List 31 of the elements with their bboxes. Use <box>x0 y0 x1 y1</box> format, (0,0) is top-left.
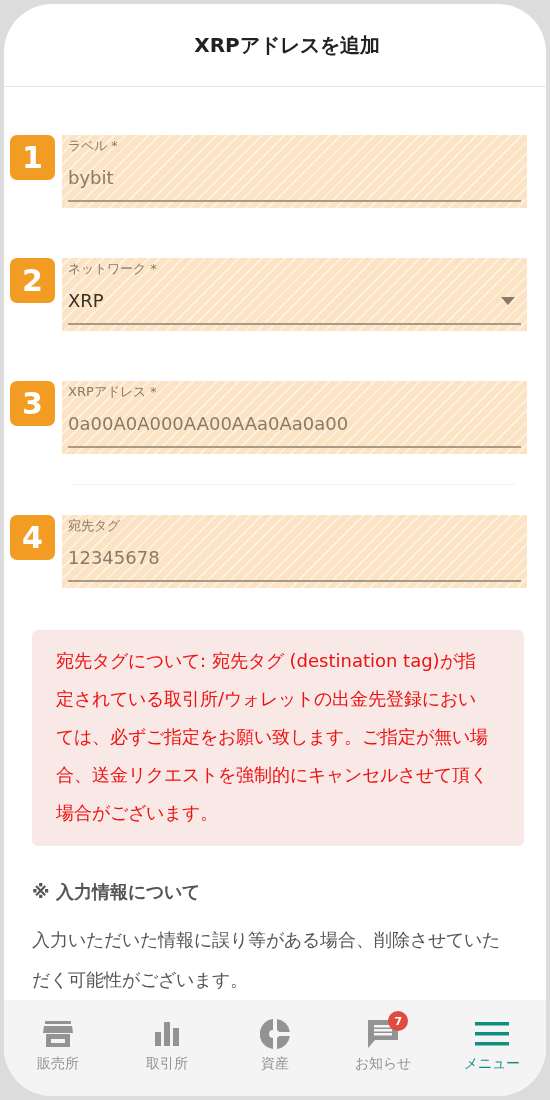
nav-tab[interactable]: メニュー <box>437 1000 546 1092</box>
step-number-badge: 4 <box>10 515 55 560</box>
dropdown-caret-icon <box>501 296 515 305</box>
nav-tab[interactable]: 販売所 <box>4 1000 113 1092</box>
bar-chart-icon <box>154 1022 179 1046</box>
nav-tab[interactable]: 7 お知らせ <box>329 1000 438 1092</box>
step-number-badge: 2 <box>10 258 55 303</box>
field-label: XRPアドレス * <box>68 383 158 401</box>
step-number-badge: 3 <box>10 381 55 426</box>
input-field[interactable]: XRPアドレス * 0a00A0A000AA00AAa0Aa0a00 <box>62 381 527 454</box>
nav-tab[interactable]: 資産 <box>220 1000 330 1092</box>
notification-badge: 7 <box>388 1011 409 1031</box>
nav-tab[interactable]: 取引所 <box>112 1000 221 1092</box>
info-heading: ※ 入力情報について <box>32 880 201 904</box>
field-label: ラベル * <box>68 137 119 155</box>
field-label: 宛先タグ <box>68 517 121 535</box>
info-text: 入力いただいた情報に誤り等がある場合、削除させていただく可能性がございます。 <box>32 928 500 992</box>
shop-icon <box>43 1021 74 1047</box>
page-title: XRPアドレスを追加 <box>193 31 380 59</box>
field-value: bybit <box>68 167 114 188</box>
input-field[interactable]: ラベル * bybit <box>62 135 527 208</box>
pie-chart-icon <box>260 1019 290 1049</box>
field-value: 12345678 <box>68 547 160 568</box>
network-select[interactable]: ネットワーク * XRP <box>62 258 527 331</box>
warning-text: 宛先タグについて: 宛先タグ (destination tag)が指定されている取引所/ウォレットの出金先登録においては、必ずご指定をお願い致します。ご指定が無い場合、送金リクエストを強制的にキャンセルさせて頂く場合がございます。 <box>56 649 488 825</box>
menu-icon <box>474 1022 509 1046</box>
step-number-badge: 1 <box>10 135 55 180</box>
field-label: ネットワーク * <box>68 260 158 278</box>
field-value: 0a00A0A000AA00AAa0Aa0a00 <box>68 413 349 434</box>
field-value: XRP <box>68 290 104 311</box>
input-field[interactable]: 宛先タグ 12345678 <box>62 515 527 588</box>
